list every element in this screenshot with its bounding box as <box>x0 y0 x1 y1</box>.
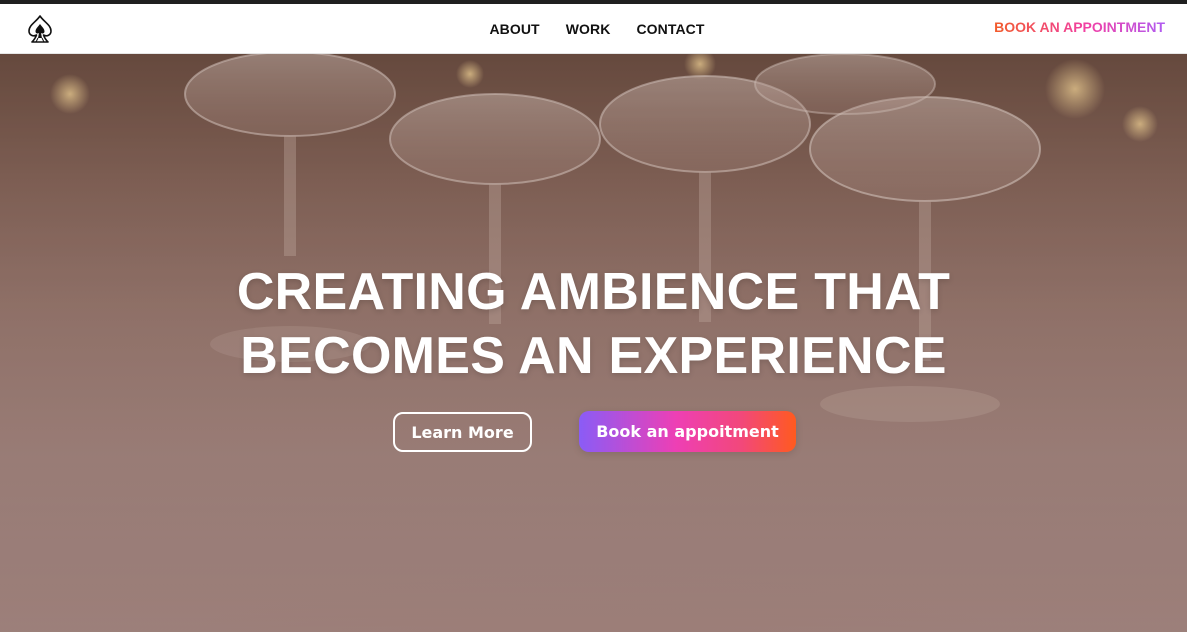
nav-link-work[interactable]: WORK <box>566 21 611 37</box>
learn-more-button[interactable]: Learn More <box>393 412 532 452</box>
hero-title: CREATING AMBIENCE THAT BECOMES AN EXPERI… <box>0 260 1187 388</box>
nav-link-contact[interactable]: CONTACT <box>636 21 704 37</box>
hero-title-line-1: CREATING AMBIENCE THAT <box>236 263 951 321</box>
hero-title-line-2: BECOMES AN EXPERIENCE <box>240 327 947 385</box>
book-appointment-button[interactable]: Book an appoitment <box>579 411 796 452</box>
nav-link-about[interactable]: ABOUT <box>489 21 539 37</box>
book-appointment-nav-link[interactable]: BOOK AN APPOINTMENT <box>994 19 1165 35</box>
navbar: ABOUT WORK CONTACT BOOK AN APPOINTMENT <box>0 4 1187 54</box>
hero-section: CREATING AMBIENCE THAT BECOMES AN EXPERI… <box>0 54 1187 632</box>
